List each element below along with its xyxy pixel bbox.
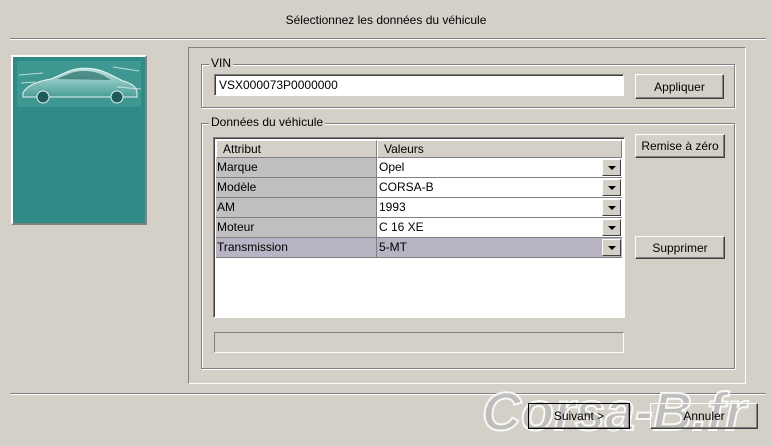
attribute-cell: Moteur bbox=[216, 218, 377, 238]
vin-value: VSX000073P0000000 bbox=[219, 78, 338, 92]
chevron-down-icon bbox=[607, 245, 616, 250]
chevron-down-icon bbox=[607, 185, 616, 190]
table-header: Attribut Valeurs bbox=[216, 140, 622, 158]
attribute-cell: Modèle bbox=[216, 178, 377, 198]
dropdown-button[interactable] bbox=[602, 159, 621, 176]
vin-input[interactable]: VSX000073P0000000 bbox=[214, 74, 624, 96]
table-row[interactable]: Marque Opel bbox=[216, 158, 622, 178]
status-bar bbox=[214, 332, 624, 353]
table-row[interactable]: Moteur C 16 XE bbox=[216, 218, 622, 238]
next-button[interactable]: Suivant > bbox=[528, 403, 630, 429]
value-text: CORSA-B bbox=[379, 180, 434, 194]
attribute-cell: AM bbox=[216, 198, 377, 218]
value-cell[interactable]: CORSA-B bbox=[377, 178, 622, 198]
vehicle-data-legend: Données du véhicule bbox=[209, 115, 326, 129]
table-row[interactable]: AM 1993 bbox=[216, 198, 622, 218]
value-cell[interactable]: Opel bbox=[377, 158, 622, 178]
attribute-cell: Transmission bbox=[216, 238, 377, 258]
cancel-button[interactable]: Annuler bbox=[650, 403, 758, 429]
dropdown-button[interactable] bbox=[602, 219, 621, 236]
chevron-down-icon bbox=[607, 165, 616, 170]
value-cell[interactable]: 1993 bbox=[377, 198, 622, 218]
column-header-values[interactable]: Valeurs bbox=[377, 140, 622, 158]
table-row[interactable]: Modèle CORSA-B bbox=[216, 178, 622, 198]
value-text: C 16 XE bbox=[379, 220, 424, 234]
apply-button[interactable]: Appliquer bbox=[635, 74, 724, 99]
value-cell[interactable]: C 16 XE bbox=[377, 218, 622, 238]
dialog-title: Sélectionnez les données du véhicule bbox=[285, 13, 487, 27]
vehicle-picture bbox=[11, 55, 147, 225]
dropdown-button[interactable] bbox=[602, 199, 621, 216]
column-header-attribute[interactable]: Attribut bbox=[216, 140, 377, 158]
reset-button[interactable]: Remise à zéro bbox=[635, 134, 725, 158]
dropdown-button[interactable] bbox=[602, 239, 621, 256]
value-cell[interactable]: 5-MT bbox=[377, 238, 622, 258]
vin-legend: VIN bbox=[209, 56, 234, 70]
value-text: 5-MT bbox=[379, 240, 407, 254]
car-icon bbox=[17, 61, 142, 107]
chevron-down-icon bbox=[607, 225, 616, 230]
value-text: 1993 bbox=[379, 200, 406, 214]
table-row-selected[interactable]: Transmission 5-MT bbox=[216, 238, 622, 258]
delete-button[interactable]: Supprimer bbox=[635, 236, 725, 259]
value-text: Opel bbox=[379, 160, 405, 174]
vehicle-attributes-table: Attribut Valeurs Marque Opel Modèle CORS… bbox=[213, 137, 625, 318]
title-divider-highlight bbox=[10, 39, 766, 40]
attribute-cell: Marque bbox=[216, 158, 377, 178]
chevron-down-icon bbox=[607, 205, 616, 210]
dropdown-button[interactable] bbox=[602, 179, 621, 196]
